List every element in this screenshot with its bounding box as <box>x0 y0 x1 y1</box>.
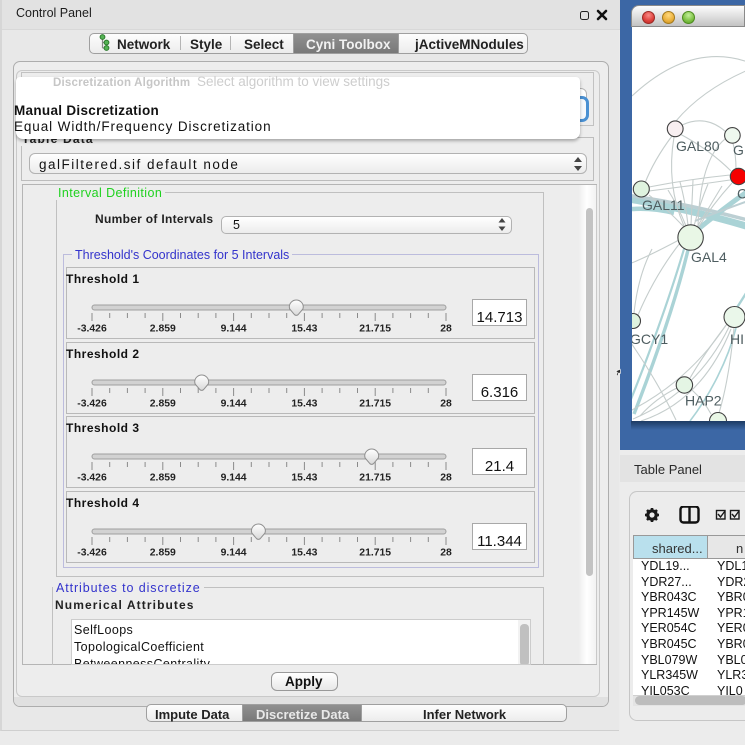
svg-text:GCY1: GCY1 <box>632 331 668 347</box>
svg-text:2.859: 2.859 <box>150 548 176 559</box>
svg-text:2.859: 2.859 <box>150 324 176 335</box>
svg-text:15.43: 15.43 <box>291 324 317 335</box>
svg-text:28: 28 <box>440 548 452 559</box>
svg-text:HI: HI <box>730 331 744 347</box>
svg-text:-3.426: -3.426 <box>77 548 107 559</box>
svg-text:15.43: 15.43 <box>291 473 317 484</box>
svg-text:9.144: 9.144 <box>221 473 247 484</box>
svg-text:2.859: 2.859 <box>150 473 176 484</box>
svg-text:9.144: 9.144 <box>221 399 247 410</box>
svg-text:-3.426: -3.426 <box>77 473 107 484</box>
svg-text:2.859: 2.859 <box>150 399 176 410</box>
svg-text:28: 28 <box>440 324 452 335</box>
svg-text:GAL11: GAL11 <box>642 197 685 213</box>
svg-text:-3.426: -3.426 <box>77 324 107 335</box>
svg-text:HAP2: HAP2 <box>685 393 722 409</box>
svg-text:9.144: 9.144 <box>221 548 247 559</box>
svg-text:C: C <box>737 186 745 202</box>
svg-text:28: 28 <box>440 473 452 484</box>
svg-text:21.715: 21.715 <box>359 548 391 559</box>
svg-text:-3.426: -3.426 <box>77 399 107 410</box>
svg-text:21.715: 21.715 <box>359 473 391 484</box>
svg-text:21.715: 21.715 <box>359 399 391 410</box>
svg-text:21.715: 21.715 <box>359 324 391 335</box>
svg-text:28: 28 <box>440 399 452 410</box>
svg-text:GAL80: GAL80 <box>676 138 720 154</box>
svg-text:G.: G. <box>733 142 745 158</box>
svg-text:GAL4: GAL4 <box>691 249 727 265</box>
svg-text:15.43: 15.43 <box>291 548 317 559</box>
svg-text:9.144: 9.144 <box>221 324 247 335</box>
svg-text:15.43: 15.43 <box>291 399 317 410</box>
